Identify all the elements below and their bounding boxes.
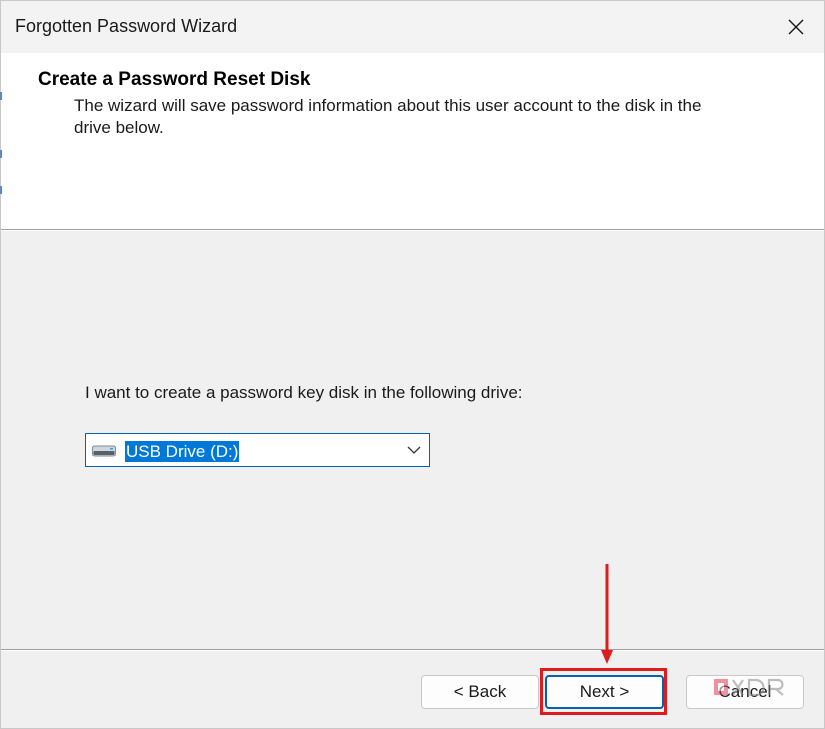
usb-drive-icon	[92, 445, 116, 457]
close-icon	[788, 19, 804, 35]
annotation-arrow-icon	[601, 564, 613, 664]
header-divider-highlight	[1, 230, 824, 231]
window-title: Forgotten Password Wizard	[15, 16, 238, 36]
wizard-window: Forgotten Password Wizard Create a Passw…	[0, 0, 825, 729]
page-heading: Create a Password Reset Disk	[38, 69, 311, 90]
watermark-logo-icon	[714, 678, 784, 697]
title-bar: Forgotten Password Wizard	[1, 1, 824, 53]
drive-select-value: USB Drive (D:)	[123, 440, 241, 463]
back-button[interactable]: < Back	[421, 675, 539, 709]
background-edge-fragment	[0, 92, 2, 100]
close-button[interactable]	[768, 1, 824, 53]
chevron-down-icon[interactable]	[407, 445, 421, 455]
background-edge-fragment	[0, 150, 2, 158]
page-description: The wizard will save password informatio…	[74, 96, 702, 137]
drive-prompt-label: I want to create a password key disk in …	[85, 383, 523, 402]
footer-divider-highlight	[1, 650, 824, 651]
background-edge-fragment	[0, 186, 2, 194]
annotation-highlight-box	[540, 668, 667, 715]
drive-select[interactable]: USB Drive (D:)	[85, 433, 430, 467]
